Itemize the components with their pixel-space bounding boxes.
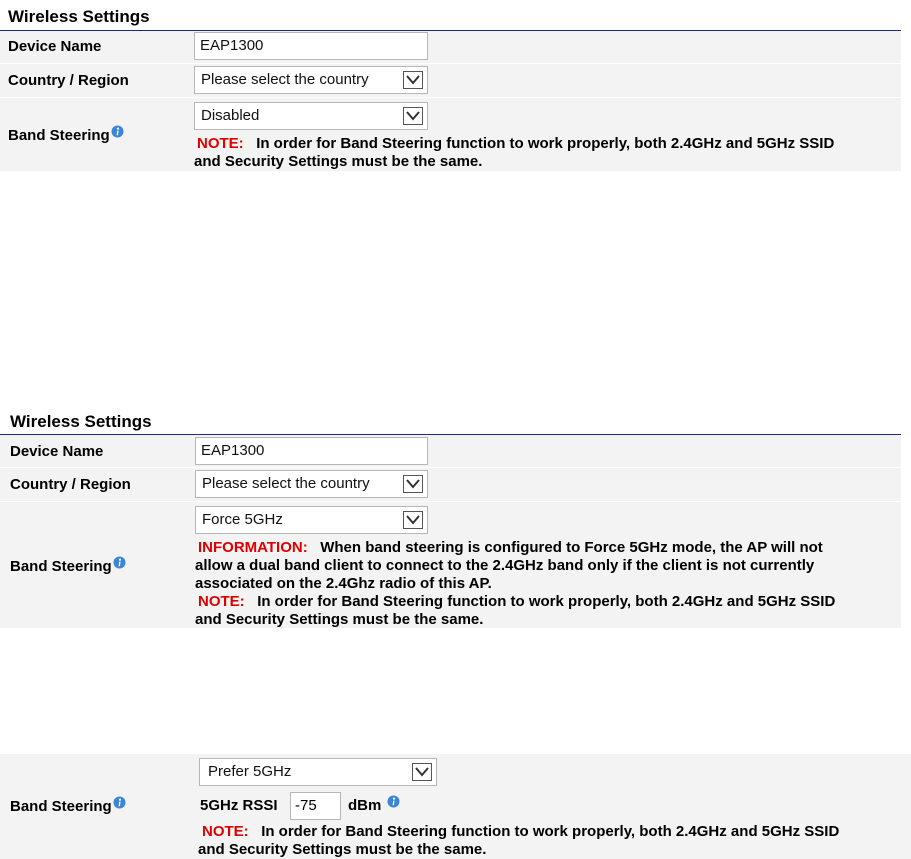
band-steering-note: NOTE: In order for Band Steering functio… bbox=[194, 135, 904, 171]
band-steering-select[interactable]: Force 5GHz bbox=[195, 506, 428, 534]
info-icon[interactable] bbox=[387, 795, 400, 808]
info-text: When band steering is configured to Forc… bbox=[320, 539, 823, 556]
note-text: In order for Band Steering function to w… bbox=[261, 823, 840, 840]
country-label: Country / Region bbox=[10, 476, 131, 493]
rssi-label: 5GHz RSSI bbox=[200, 797, 278, 814]
info-icon[interactable] bbox=[113, 556, 126, 569]
band-steering-select-value: Disabled bbox=[201, 107, 260, 124]
note-prefix: NOTE: bbox=[198, 593, 245, 610]
band-steering-information: INFORMATION: When band steering is confi… bbox=[195, 539, 905, 629]
section1-device-name-row bbox=[0, 31, 901, 63]
section1-title: Wireless Settings bbox=[8, 7, 150, 26]
section1-country-row bbox=[0, 64, 901, 97]
device-name-label: Device Name bbox=[8, 38, 102, 55]
chevron-down-icon bbox=[403, 511, 423, 529]
device-name-input[interactable]: EAP1300 bbox=[194, 32, 428, 60]
country-select-value: Please select the country bbox=[201, 71, 369, 88]
band-steering-label: Band Steering bbox=[10, 556, 126, 575]
note-line-2: and Security Settings must be the same. bbox=[198, 841, 487, 858]
section2-device-name-row bbox=[0, 435, 901, 467]
country-select[interactable]: Please select the country bbox=[194, 66, 428, 94]
note-line-1: NOTE: In order for Band Steering functio… bbox=[194, 135, 904, 153]
band-steering-label-text: Band Steering bbox=[10, 798, 112, 815]
section2-country-row bbox=[0, 468, 901, 501]
chevron-down-icon bbox=[403, 107, 423, 125]
device-name-label: Device Name bbox=[10, 443, 104, 460]
note-prefix: NOTE: bbox=[202, 823, 249, 840]
band-steering-label: Band Steering bbox=[10, 796, 126, 815]
info-line-2: allow a dual band client to connect to t… bbox=[195, 557, 815, 574]
chevron-down-icon bbox=[412, 763, 432, 781]
band-steering-label-text: Band Steering bbox=[8, 127, 110, 144]
band-steering-select[interactable]: Disabled bbox=[194, 102, 428, 130]
info-icon[interactable] bbox=[111, 125, 124, 138]
note-text: In order for Band Steering function to w… bbox=[256, 135, 835, 152]
info-prefix: INFORMATION: bbox=[198, 539, 308, 556]
note-line-2: and Security Settings must be the same. bbox=[195, 611, 484, 628]
note-line-2: and Security Settings must be the same. bbox=[194, 153, 483, 170]
section2-title: Wireless Settings bbox=[10, 412, 152, 431]
band-steering-label-text: Band Steering bbox=[10, 558, 112, 575]
note-line-1: NOTE: In order for Band Steering functio… bbox=[195, 593, 905, 611]
band-steering-note: NOTE: In order for Band Steering functio… bbox=[198, 823, 911, 859]
band-steering-select-value: Force 5GHz bbox=[202, 511, 283, 528]
info-line-3: associated on the 2.4Ghz radio of this A… bbox=[195, 575, 492, 592]
info-icon[interactable] bbox=[113, 796, 126, 809]
rssi-unit-text: dBm bbox=[348, 797, 382, 814]
country-select-value: Please select the country bbox=[202, 475, 370, 492]
country-label: Country / Region bbox=[8, 72, 129, 89]
band-steering-select-value: Prefer 5GHz bbox=[208, 763, 292, 780]
note-prefix: NOTE: bbox=[197, 135, 244, 152]
country-select[interactable]: Please select the country bbox=[195, 470, 428, 498]
note-text: In order for Band Steering function to w… bbox=[257, 593, 836, 610]
device-name-input[interactable]: EAP1300 bbox=[195, 437, 428, 465]
info-line-1: INFORMATION: When band steering is confi… bbox=[195, 539, 905, 557]
rssi-unit: dBm bbox=[348, 795, 400, 814]
band-steering-select[interactable]: Prefer 5GHz bbox=[199, 758, 437, 786]
chevron-down-icon bbox=[403, 475, 423, 493]
note-line-1: NOTE: In order for Band Steering functio… bbox=[198, 823, 911, 841]
rssi-input[interactable]: -75 bbox=[290, 792, 341, 820]
chevron-down-icon bbox=[403, 71, 423, 89]
band-steering-label: Band Steering bbox=[8, 125, 124, 144]
